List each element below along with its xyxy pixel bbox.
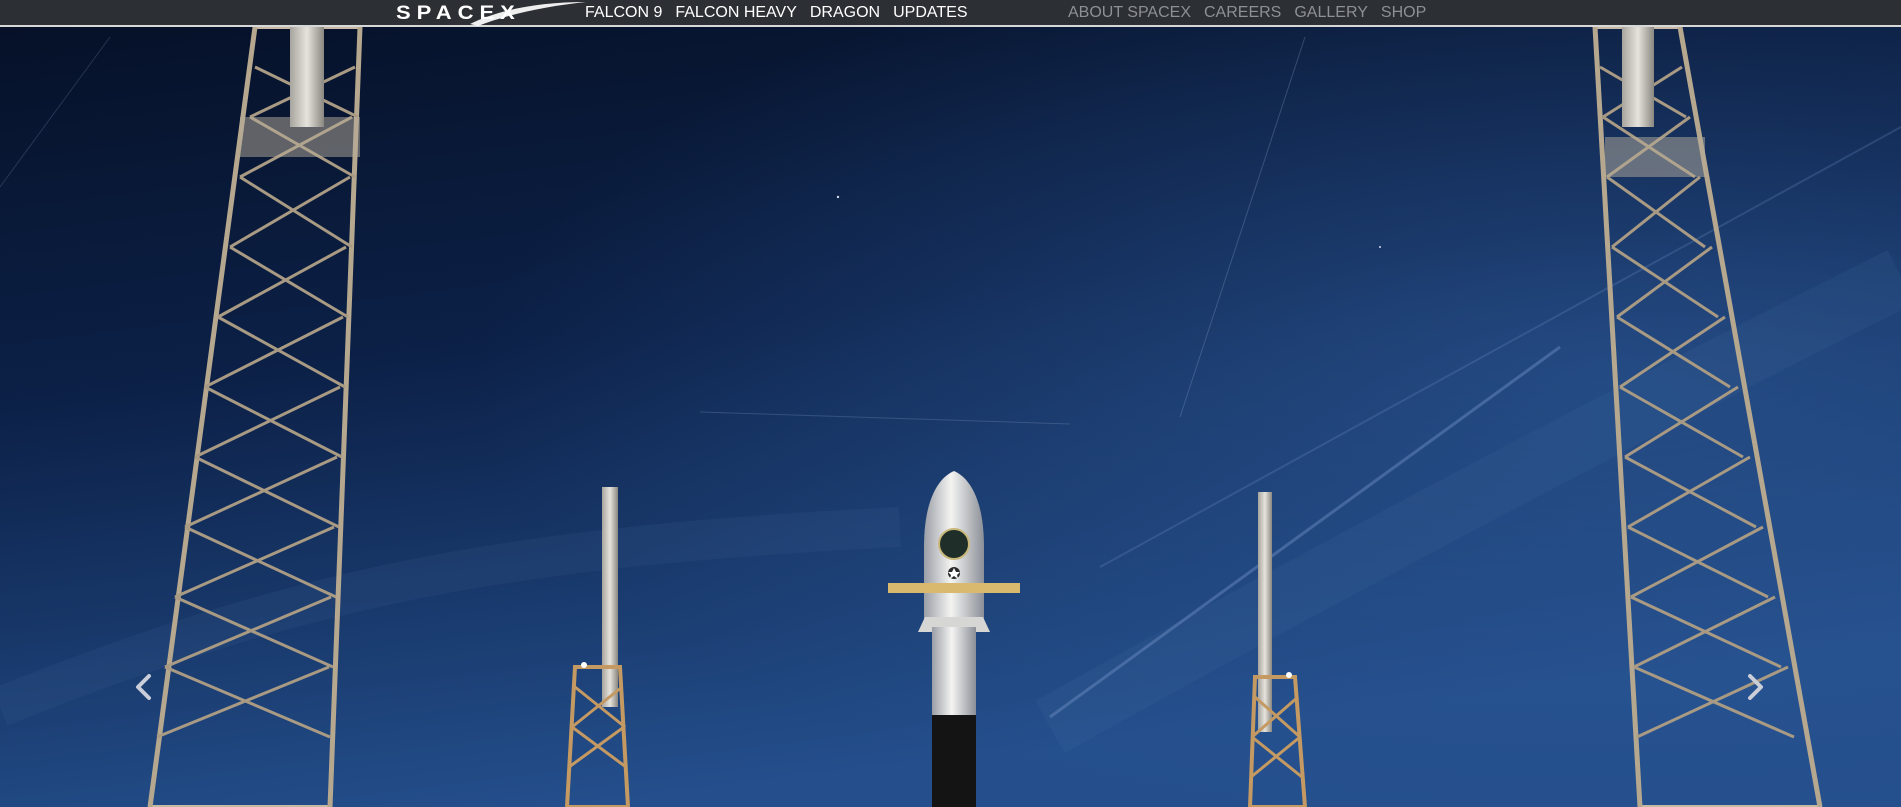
primary-nav: FALCON 9 FALCON HEAVY DRAGON UPDATES: [585, 0, 968, 25]
nav-item-shop[interactable]: SHOP: [1381, 0, 1426, 25]
carousel-next-button[interactable]: [1742, 670, 1770, 704]
chevron-right-icon: [1748, 674, 1763, 700]
chevron-left-icon: [136, 674, 151, 700]
secondary-nav: ABOUT SPACEX CAREERS GALLERY SHOP: [1068, 0, 1426, 25]
nav-item-about-spacex[interactable]: ABOUT SPACEX: [1068, 0, 1191, 25]
nav-item-falcon-heavy[interactable]: FALCON HEAVY: [675, 0, 797, 25]
spacex-logo-swoosh-icon: [470, 2, 586, 26]
nav-item-dragon[interactable]: DRAGON: [810, 0, 880, 25]
nav-item-updates[interactable]: UPDATES: [893, 0, 967, 25]
top-navigation-bar: SPACEX FALCON 9 FALCON HEAVY DRAGON UPDA…: [0, 0, 1901, 27]
nav-item-falcon-9[interactable]: FALCON 9: [585, 0, 662, 25]
hero-carousel: [0, 27, 1901, 807]
hero-image-rocket-launch-pad: [0, 27, 1901, 807]
nav-item-careers[interactable]: CAREERS: [1204, 0, 1281, 25]
carousel-prev-button[interactable]: [129, 670, 157, 704]
nav-item-gallery[interactable]: GALLERY: [1294, 0, 1368, 25]
